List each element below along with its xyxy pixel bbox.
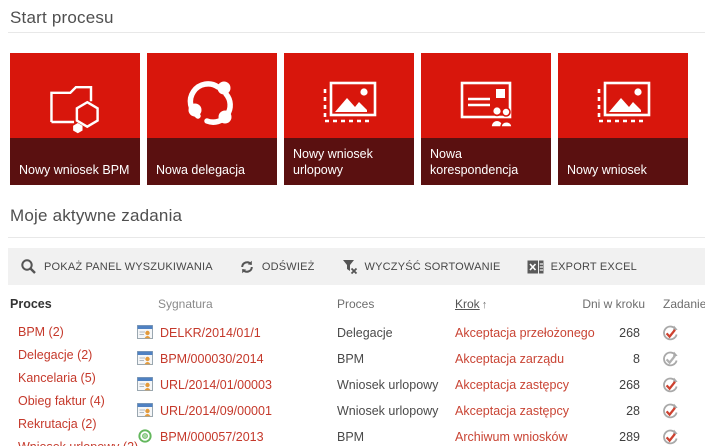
table-row: BPM/000030/2014 BPM Akceptacja zarządu 8 (0, 346, 705, 372)
form-icon (137, 325, 153, 339)
krok-link[interactable]: Akceptacja zastępcy (455, 398, 569, 424)
task-check-icon[interactable] (661, 324, 679, 342)
task-check-icon[interactable] (661, 376, 679, 394)
tile-nowy-wniosek[interactable]: Nowy wniosek (558, 53, 688, 185)
proces-cell: BPM (337, 352, 365, 366)
tile-nowy-wniosek-bpm[interactable]: Nowy wniosek BPM (10, 53, 140, 185)
tile-nowa-delegacja[interactable]: Nowa delegacja (147, 53, 277, 185)
sort-asc-icon: ↑ (481, 299, 488, 311)
dni-w-kroku-cell: 28 (626, 404, 640, 418)
dni-w-kroku-cell: 268 (619, 326, 640, 340)
green-status-icon (138, 429, 152, 443)
section-divider (8, 237, 705, 238)
show-search-panel-button[interactable]: POKAŻ PANEL WYSZUKIWANIA (20, 258, 213, 275)
picture-icon (323, 81, 377, 123)
clear-sorting-label: WYCZYŚĆ SORTOWANIE (364, 260, 501, 273)
dni-w-kroku-cell: 268 (619, 378, 640, 392)
table-row: URL/2014/01/00003 Wniosek urlopowy Akcep… (0, 372, 705, 398)
column-header-zadanie[interactable]: Zadanie (663, 297, 705, 311)
process-tiles: Nowy wniosek BPM Nowa delegacja Nowy wni… (10, 53, 688, 185)
clear-sorting-button[interactable]: WYCZYŚĆ SORTOWANIE (341, 258, 501, 275)
picture-icon (597, 81, 651, 123)
sygnatura-link[interactable]: URL/2014/01/00003 (160, 372, 272, 398)
column-header-sygnatura[interactable]: Sygnatura (158, 297, 213, 311)
clear-sort-icon (342, 260, 357, 275)
tile-nowy-wniosek-urlopowy[interactable]: Nowy wniosek urlopowy (284, 53, 414, 185)
table-row: URL/2014/09/00001 Wniosek urlopowy Akcep… (0, 398, 705, 424)
proces-cell: Wniosek urlopowy (337, 404, 439, 418)
table-row: DELKR/2014/01/1 Delegacje Akceptacja prz… (0, 320, 705, 346)
start-process-page: Start procesu Nowy wniosek BPM Nowa dele… (0, 0, 705, 446)
excel-icon (527, 260, 544, 273)
tile-label: Nowa korespondencja (430, 146, 519, 177)
sygnatura-link[interactable]: DELKR/2014/01/1 (160, 320, 261, 346)
dni-w-kroku-cell: 289 (619, 430, 640, 444)
column-header-krok[interactable]: Krok ↑ (455, 297, 487, 311)
proces-cell: Delegacje (337, 326, 393, 340)
table-row: BPM/000057/2013 BPM Archiwum wniosków 28… (0, 424, 705, 446)
krok-link[interactable]: Archiwum wniosków (455, 424, 568, 446)
task-check-icon[interactable] (661, 350, 679, 368)
refresh-icon (241, 260, 253, 273)
tasks-section-title: Moje aktywne zadania (10, 206, 183, 225)
column-header-dni-w-kroku[interactable]: Dni w kroku (565, 297, 645, 311)
tasks-toolbar: POKAŻ PANEL WYSZUKIWANIA ODŚWIEŻ WYCZYŚĆ… (8, 248, 705, 285)
column-header-krok-label: Krok (455, 297, 480, 311)
tile-label: Nowy wniosek urlopowy (293, 146, 373, 177)
section-divider (8, 32, 705, 33)
export-excel-button[interactable]: EXPORT EXCEL (527, 259, 637, 275)
form-icon (137, 351, 153, 365)
filters-header: Proces (10, 297, 52, 311)
sygnatura-link[interactable]: URL/2014/09/00001 (160, 398, 272, 424)
krok-link[interactable]: Akceptacja zastępcy (455, 372, 569, 398)
sygnatura-link[interactable]: BPM/000030/2014 (160, 346, 264, 372)
dni-w-kroku-cell: 8 (633, 352, 640, 366)
proces-cell: BPM (337, 430, 365, 444)
export-excel-label: EXPORT EXCEL (550, 260, 637, 273)
tile-label: Nowa delegacja (156, 162, 245, 177)
krok-link[interactable]: Akceptacja zarządu (455, 346, 564, 372)
form-icon (137, 403, 153, 417)
sygnatura-link[interactable]: BPM/000057/2013 (160, 424, 264, 446)
share-icon (187, 81, 233, 125)
proces-cell: Wniosek urlopowy (337, 378, 439, 392)
tile-nowa-korespondencja[interactable]: Nowa korespondencja (421, 53, 551, 185)
column-header-proces[interactable]: Proces (337, 297, 374, 311)
form-icon (137, 377, 153, 391)
refresh-label: ODŚWIEŻ (261, 260, 315, 273)
tile-label: Nowy wniosek BPM (19, 162, 130, 177)
start-section-title: Start procesu (10, 8, 114, 27)
show-search-panel-label: POKAŻ PANEL WYSZUKIWANIA (44, 260, 213, 273)
refresh-button[interactable]: ODŚWIEŻ (239, 259, 315, 275)
correspondence-icon (460, 81, 513, 128)
task-check-icon[interactable] (661, 428, 679, 446)
search-icon (21, 259, 36, 274)
tasks-table: DELKR/2014/01/1 Delegacje Akceptacja prz… (0, 320, 705, 446)
tile-label: Nowy wniosek (567, 162, 647, 177)
task-check-icon[interactable] (661, 402, 679, 420)
folder-box-icon (50, 85, 99, 134)
